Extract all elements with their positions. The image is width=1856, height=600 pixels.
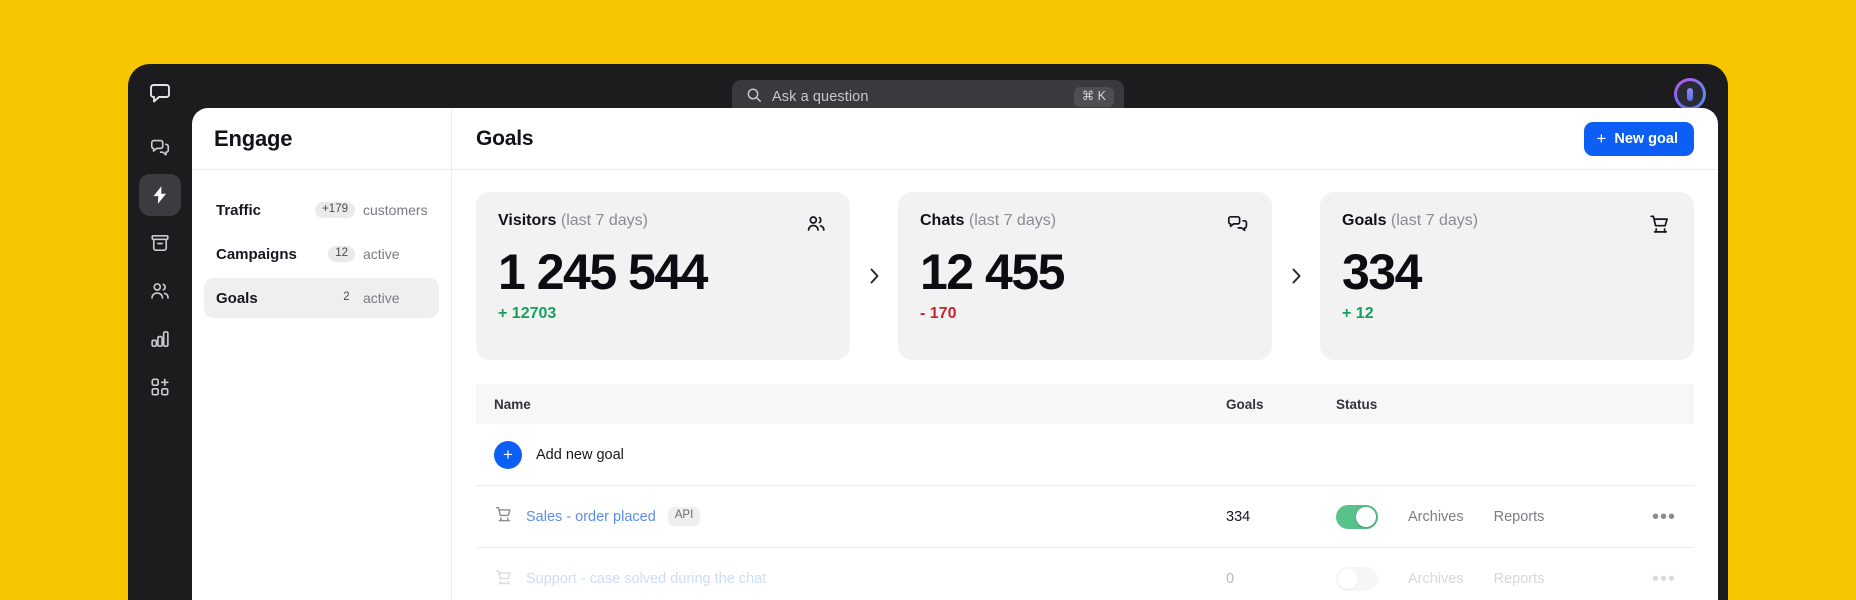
stat-card-delta: - 170 [920,305,1250,323]
stat-card-header: Chats (last 7 days) [920,212,1250,241]
search-shortcut-badge: ⌘ K [1074,87,1114,107]
avatar-glyph-icon [1687,88,1693,101]
stat-card-header: Visitors (last 7 days) [498,212,828,241]
cart-icon [494,567,514,592]
stat-card-delta: + 12703 [498,305,828,323]
goal-status-cell: Archives Reports ••• [1336,567,1676,591]
goals-main: Goals + New goal Visitors (last 7 days) [452,108,1718,600]
icon-rail [128,126,192,600]
rail-item-team[interactable] [139,270,181,312]
table-row[interactable]: Support - case solved during the chat 0 … [476,548,1694,600]
table-header-goals: Goals [1226,397,1336,412]
sidebar-item-label: Campaigns [216,246,320,263]
stat-card-title: Goals (last 7 days) [1342,212,1478,230]
goal-name-link[interactable]: Support - case solved during the chat [526,571,766,587]
sidebar-title: Engage [214,126,292,152]
plus-icon: + [494,441,522,469]
sidebar-item-subtext: customers [363,202,427,218]
stat-card-value: 1 245 544 [498,245,828,299]
table-row[interactable]: Sales - order placed API 334 Archives Re… [476,486,1694,548]
stat-card-name: Chats [920,212,964,229]
chats-icon [1226,212,1250,241]
sidebar-item-traffic[interactable]: Traffic +179 customers [204,190,439,230]
sidebar-item-badge: +179 [315,202,355,219]
stat-card-title: Visitors (last 7 days) [498,212,648,230]
toggle-knob [1356,507,1376,527]
stat-card-name: Goals [1342,212,1386,229]
table-header-status: Status [1336,397,1676,412]
archives-link[interactable]: Archives [1408,571,1464,587]
sidebar-item-label: Traffic [216,202,307,219]
sidebar-item-badge: 12 [328,246,355,263]
cart-icon [1648,212,1672,241]
engage-sidebar: Engage Traffic +179 customers Campaigns … [192,108,452,600]
toggle-knob [1338,569,1358,589]
sidebar-item-subtext: active [363,246,427,262]
archives-link[interactable]: Archives [1408,509,1464,525]
rail-item-chats[interactable] [139,126,181,168]
add-new-goal-row[interactable]: + Add new goal [476,424,1694,486]
row-more-options-button[interactable]: ••• [1652,569,1676,589]
goal-name-cell: Support - case solved during the chat [494,567,1226,592]
chevron-right-icon [850,192,898,360]
plus-icon: + [1596,130,1606,147]
new-goal-button[interactable]: + New goal [1584,122,1694,156]
rail-item-engage[interactable] [139,174,181,216]
goal-count-value: 0 [1226,571,1336,587]
stat-card-header: Goals (last 7 days) [1342,212,1672,241]
sidebar-item-goals[interactable]: Goals 2 active [204,278,439,318]
goal-name-cell: Sales - order placed API [494,504,1226,529]
stat-card-period: (last 7 days) [969,212,1056,229]
stat-card-value: 12 455 [920,245,1250,299]
goal-name-link[interactable]: Sales - order placed [526,509,656,525]
page-header: Goals + New goal [452,108,1718,170]
sidebar-item-badge: 2 [333,290,355,307]
goals-table: Name Goals Status + Add new goal [476,384,1694,600]
rail-item-reports[interactable] [139,318,181,360]
new-goal-button-label: New goal [1614,131,1678,147]
goal-count-value: 334 [1226,509,1336,525]
stat-card-period: (last 7 days) [561,212,648,229]
people-icon [804,212,828,241]
sidebar-item-label: Goals [216,290,325,307]
goal-source-badge: API [668,507,701,526]
sidebar-list: Traffic +179 customers Campaigns 12 acti… [192,170,451,318]
stat-card-delta: + 12 [1342,305,1672,323]
avatar[interactable] [1674,78,1706,110]
add-new-goal-label: Add new goal [536,447,624,463]
stat-card-name: Visitors [498,212,556,229]
stat-card-visitors[interactable]: Visitors (last 7 days) 1 245 [476,192,850,360]
goal-status-toggle[interactable] [1336,505,1378,529]
rail-item-apps[interactable] [139,366,181,408]
app-window: Ask a question ⌘ K [128,64,1728,600]
sidebar-header: Engage [192,108,451,170]
page-title: Goals [476,127,533,151]
search-icon [746,87,762,108]
stat-card-goals[interactable]: Goals (last 7 days) 334 [1320,192,1694,360]
stat-card-value: 334 [1342,245,1672,299]
search-placeholder: Ask a question [772,89,1064,105]
table-header-name: Name [494,397,1226,412]
reports-link[interactable]: Reports [1494,571,1545,587]
cart-icon [494,504,514,529]
content-panel: Engage Traffic +179 customers Campaigns … [192,108,1718,600]
stat-card-chats[interactable]: Chats (last 7 days) 12 455 - 170 [898,192,1272,360]
avatar-inner [1677,81,1703,107]
stat-card-period: (last 7 days) [1391,212,1478,229]
chevron-right-icon [1272,192,1320,360]
sidebar-item-campaigns[interactable]: Campaigns 12 active [204,234,439,274]
sidebar-item-subtext: active [363,290,427,306]
goal-status-toggle[interactable] [1336,567,1378,591]
rail-item-archives[interactable] [139,222,181,264]
goal-status-cell: Archives Reports ••• [1336,505,1676,529]
table-header-row: Name Goals Status [476,384,1694,424]
stat-card-title: Chats (last 7 days) [920,212,1056,230]
row-more-options-button[interactable]: ••• [1652,507,1676,527]
stat-cards: Visitors (last 7 days) 1 245 [452,170,1718,360]
reports-link[interactable]: Reports [1494,509,1545,525]
chat-bubble-logo-icon[interactable] [146,80,174,108]
